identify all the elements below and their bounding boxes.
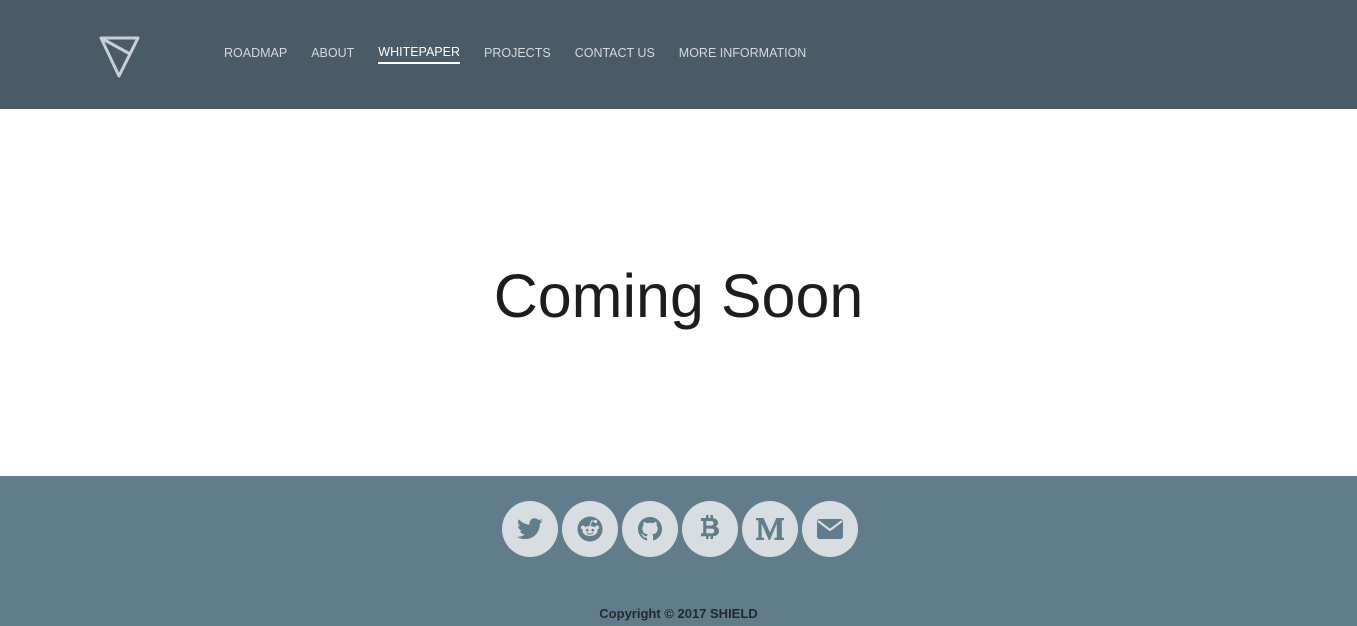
envelope-icon: [817, 519, 843, 539]
medium-button[interactable]: [742, 501, 798, 557]
social-links: [502, 501, 862, 557]
reddit-button[interactable]: [562, 501, 618, 557]
triangle-logo-icon[interactable]: [98, 34, 142, 80]
nav-projects[interactable]: PROJECTS: [484, 45, 551, 63]
reddit-icon: [577, 516, 603, 542]
site-footer: Copyright © 2017 SHIELD: [0, 476, 1357, 626]
github-button[interactable]: [622, 501, 678, 557]
page-title: Coming Soon: [493, 262, 864, 330]
bitcoin-icon: [701, 515, 719, 539]
main-nav: ROADMAP ABOUT WHITEPAPER PROJECTS CONTAC…: [224, 44, 830, 64]
bitcoin-button[interactable]: [682, 501, 738, 557]
medium-icon: [756, 518, 784, 540]
nav-contact-us[interactable]: CONTACT US: [575, 45, 655, 63]
twitter-icon: [517, 518, 543, 540]
twitter-button[interactable]: [502, 501, 558, 557]
email-button[interactable]: [802, 501, 858, 557]
nav-whitepaper[interactable]: WHITEPAPER: [378, 44, 460, 64]
nav-roadmap[interactable]: ROADMAP: [224, 45, 287, 63]
site-header: ROADMAP ABOUT WHITEPAPER PROJECTS CONTAC…: [0, 0, 1357, 109]
copyright-text: Copyright © 2017 SHIELD: [599, 606, 758, 621]
main-content: Coming Soon: [0, 109, 1357, 476]
nav-more-information[interactable]: MORE INFORMATION: [679, 45, 807, 63]
nav-about[interactable]: ABOUT: [311, 45, 354, 63]
github-icon: [638, 517, 662, 541]
